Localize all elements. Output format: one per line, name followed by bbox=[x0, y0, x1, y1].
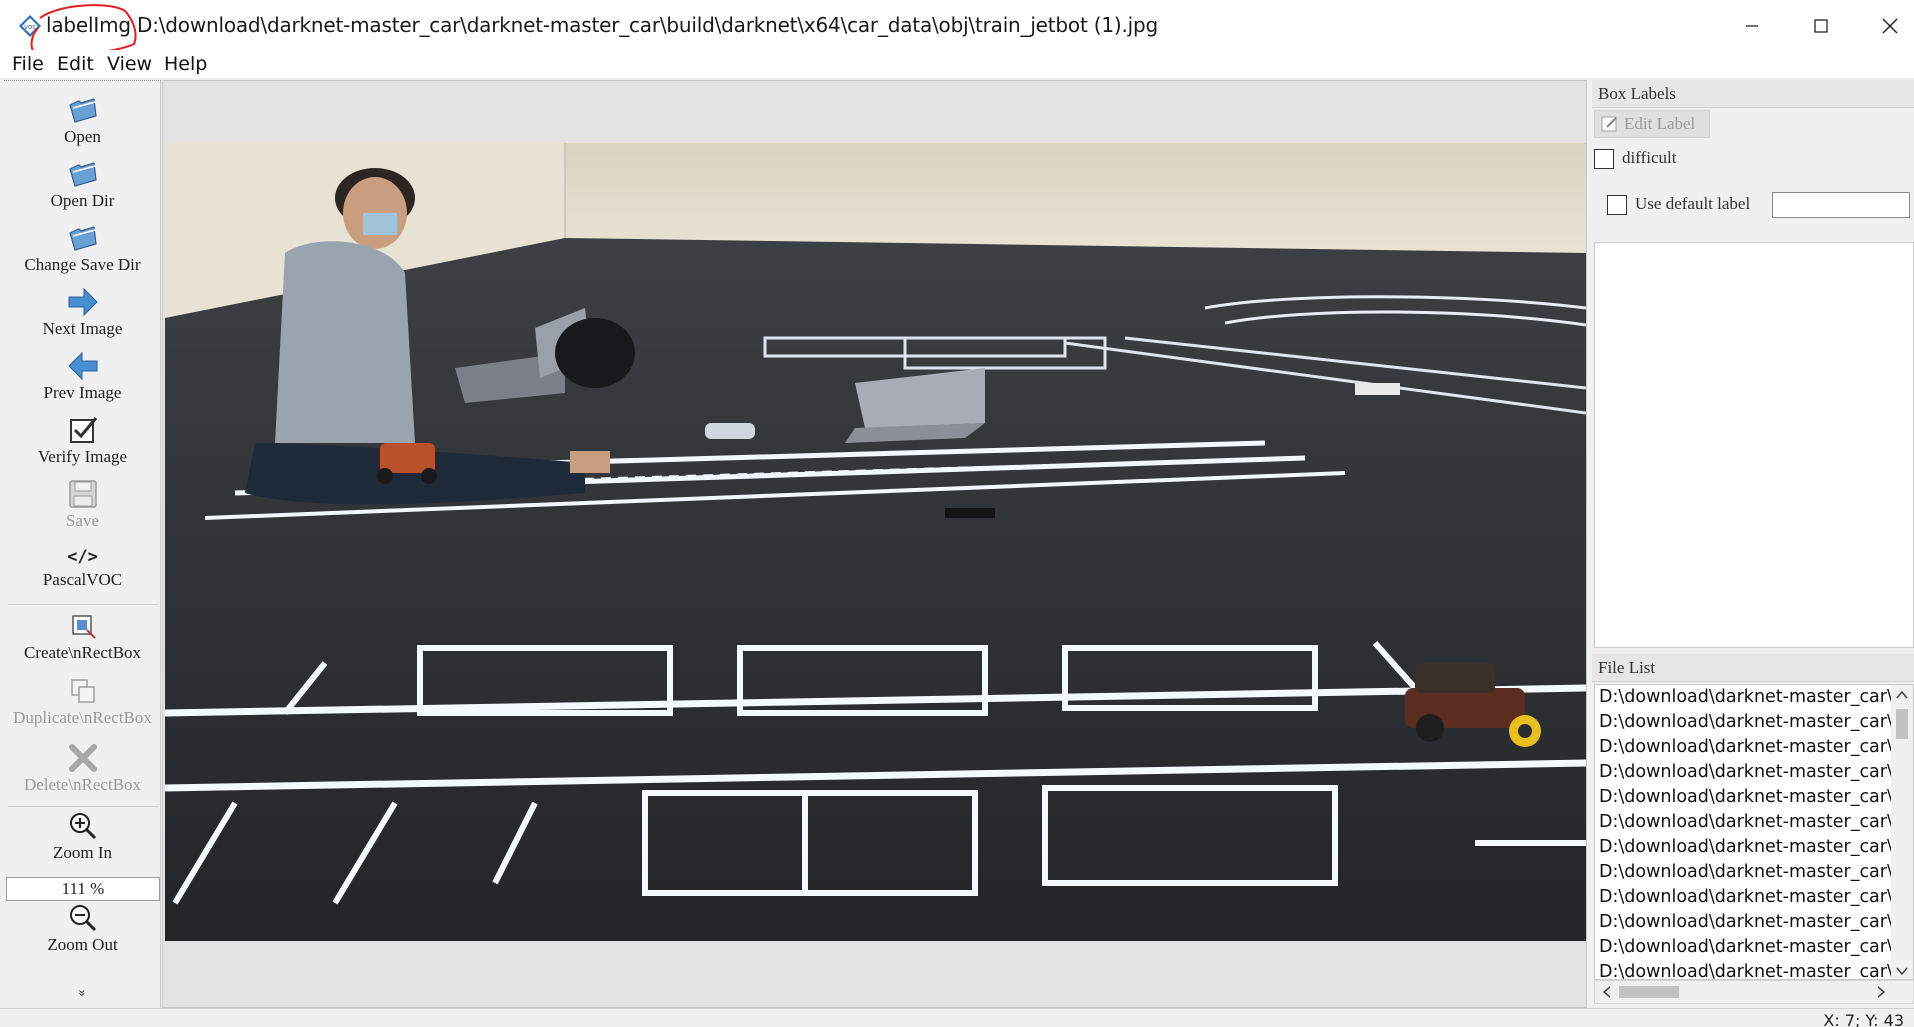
delete-rectbox-label: Delete\nRectBox bbox=[23, 775, 142, 794]
file-list-item[interactable]: D:\download\darknet-master_car\d bbox=[1595, 785, 1891, 810]
open-dir-label: Open Dir bbox=[50, 191, 115, 210]
zoom-out-icon bbox=[69, 905, 96, 932]
folder-open-icon bbox=[68, 162, 97, 187]
format-label: PascalVOC bbox=[42, 570, 123, 589]
verify-image-button[interactable]: Verify Image bbox=[4, 414, 161, 467]
file-list-item[interactable]: D:\download\darknet-master_car\d bbox=[1595, 685, 1891, 710]
verify-image-label: Verify Image bbox=[37, 447, 128, 466]
file-path: D:\download\darknet-master_car\darknet-m… bbox=[137, 13, 1158, 37]
scroll-down-icon bbox=[1896, 967, 1908, 976]
minimize-icon bbox=[1746, 25, 1758, 27]
chevron-down-icon: » bbox=[75, 989, 90, 997]
change-save-dir-label: Change Save Dir bbox=[24, 255, 141, 274]
zoom-value-field[interactable]: 111 % bbox=[6, 877, 160, 901]
format-toggle-button[interactable]: </> PascalVOC bbox=[4, 545, 161, 590]
file-list-item[interactable]: D:\download\darknet-master_car\d bbox=[1595, 910, 1891, 935]
title-bar: voc labelImg D:\download\darknet-master_… bbox=[0, 0, 1914, 52]
use-default-label-text: Use default label bbox=[1635, 194, 1751, 213]
toolbar-separator bbox=[8, 604, 158, 605]
menu-view[interactable]: View bbox=[107, 53, 152, 75]
floor-scene-image bbox=[165, 143, 1586, 941]
checkbox-verify-icon bbox=[69, 417, 97, 443]
code-format-icon: </> bbox=[67, 547, 98, 567]
status-bar: X: 7; Y: 43 bbox=[0, 1008, 1914, 1027]
change-save-dir-button[interactable]: Change Save Dir bbox=[4, 222, 161, 275]
use-default-label-checkbox[interactable] bbox=[1607, 195, 1627, 215]
image-canvas[interactable] bbox=[162, 80, 1587, 1008]
file-list-item[interactable]: D:\download\darknet-master_car\d bbox=[1595, 810, 1891, 835]
zoom-out-button[interactable]: Zoom Out bbox=[4, 902, 161, 955]
file-list[interactable]: D:\download\darknet-master_car\d D:\down… bbox=[1594, 684, 1914, 980]
file-list-item[interactable]: D:\download\darknet-master_car\d bbox=[1595, 860, 1891, 885]
scroll-left-icon bbox=[1602, 986, 1611, 998]
open-button[interactable]: Open bbox=[4, 94, 161, 147]
file-list-item[interactable]: D:\download\darknet-master_car\d bbox=[1595, 960, 1891, 979]
edit-label-button[interactable]: Edit Label bbox=[1594, 110, 1710, 138]
label-list[interactable] bbox=[1594, 242, 1914, 648]
scroll-right-icon bbox=[1877, 986, 1886, 998]
app-name: labelImg bbox=[46, 13, 131, 37]
box-labels-title: Box Labels bbox=[1592, 80, 1914, 108]
zoom-in-label: Zoom In bbox=[52, 843, 113, 862]
folder-open-icon bbox=[68, 98, 97, 123]
arrow-left-icon bbox=[67, 351, 97, 381]
toolbar-separator bbox=[8, 806, 158, 807]
file-list-item[interactable]: D:\download\darknet-master_car\d bbox=[1595, 710, 1891, 735]
create-rectbox-button[interactable]: Create\nRectBox bbox=[4, 610, 161, 663]
delete-x-icon bbox=[68, 744, 97, 772]
create-rectbox-icon bbox=[71, 615, 96, 639]
file-list-item[interactable]: D:\download\darknet-master_car\d bbox=[1595, 760, 1891, 785]
file-list-item[interactable]: D:\download\darknet-master_car\d bbox=[1595, 885, 1891, 910]
duplicate-rectbox-button[interactable]: Duplicate\nRectBox bbox=[4, 675, 161, 728]
toolbar-more-button[interactable]: » bbox=[4, 984, 161, 1002]
next-image-button[interactable]: Next Image bbox=[4, 286, 161, 339]
menu-bar: File Edit View Help bbox=[0, 50, 1914, 78]
open-label: Open bbox=[64, 127, 101, 146]
arrow-right-icon bbox=[68, 287, 98, 317]
zoom-in-button[interactable]: Zoom In bbox=[4, 810, 161, 863]
duplicate-icon bbox=[70, 679, 95, 703]
duplicate-rectbox-label: Duplicate\nRectBox bbox=[13, 708, 152, 727]
file-list-item[interactable]: D:\download\darknet-master_car\d bbox=[1595, 835, 1891, 860]
folder-open-icon bbox=[68, 226, 97, 251]
labelimg-app-icon: voc bbox=[19, 15, 41, 37]
maximize-icon bbox=[1814, 19, 1828, 33]
edit-pencil-icon bbox=[1601, 116, 1617, 132]
window-title: labelImg D:\download\darknet-master_car\… bbox=[46, 13, 1158, 37]
prev-image-button[interactable]: Prev Image bbox=[4, 350, 161, 403]
zoom-in-icon bbox=[69, 813, 96, 840]
save-label: Save bbox=[65, 511, 100, 530]
close-button[interactable] bbox=[1855, 0, 1914, 52]
file-list-item[interactable]: D:\download\darknet-master_car\d bbox=[1595, 735, 1891, 760]
menu-help[interactable]: Help bbox=[164, 53, 207, 75]
left-toolbar: Open Open Dir Change Save Dir Next Image… bbox=[4, 80, 161, 1008]
file-list-item[interactable]: D:\download\darknet-master_car\d bbox=[1595, 935, 1891, 960]
zoom-out-label: Zoom Out bbox=[47, 935, 118, 954]
default-label-input[interactable] bbox=[1772, 192, 1910, 218]
difficult-label: difficult bbox=[1622, 148, 1677, 167]
close-icon bbox=[1882, 18, 1898, 34]
minimize-button[interactable] bbox=[1717, 0, 1787, 52]
file-list-title: File List bbox=[1592, 654, 1914, 682]
create-rectbox-label: Create\nRectBox bbox=[23, 643, 142, 662]
floppy-disk-icon bbox=[68, 480, 97, 508]
scrollbar-thumb[interactable] bbox=[1619, 986, 1679, 998]
menu-edit[interactable]: Edit bbox=[57, 53, 94, 75]
save-button[interactable]: Save bbox=[4, 478, 161, 531]
delete-rectbox-button[interactable]: Delete\nRectBox bbox=[4, 742, 161, 795]
prev-image-label: Prev Image bbox=[43, 383, 122, 402]
next-image-label: Next Image bbox=[42, 319, 123, 338]
cursor-coordinates: X: 7; Y: 43 bbox=[1823, 1011, 1904, 1027]
difficult-checkbox[interactable] bbox=[1594, 149, 1614, 169]
menu-file[interactable]: File bbox=[12, 53, 44, 75]
open-dir-button[interactable]: Open Dir bbox=[4, 158, 161, 211]
file-list-horizontal-scrollbar[interactable] bbox=[1594, 980, 1914, 1004]
edit-label-text: Edit Label bbox=[1624, 114, 1696, 133]
scrollbar-thumb[interactable] bbox=[1896, 709, 1908, 739]
maximize-button[interactable] bbox=[1786, 0, 1856, 52]
svg-text:voc: voc bbox=[24, 23, 36, 31]
scroll-up-icon bbox=[1896, 690, 1908, 699]
training-photo[interactable] bbox=[165, 143, 1586, 941]
file-list-vertical-scrollbar[interactable] bbox=[1891, 685, 1913, 979]
